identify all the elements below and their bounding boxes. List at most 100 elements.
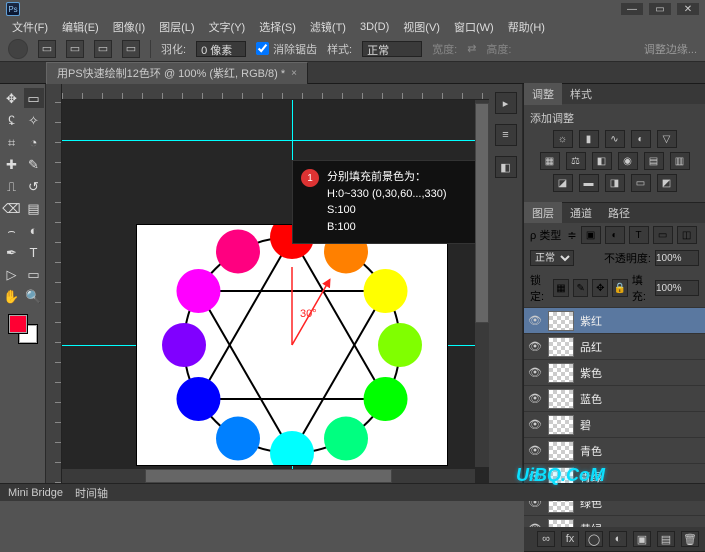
layer-row[interactable]: 👁紫红 (524, 307, 705, 333)
path-tool[interactable]: ▷ (2, 264, 22, 284)
brightness-icon[interactable]: ☼ (553, 130, 573, 148)
filter-shape-icon[interactable]: ▭ (653, 226, 673, 244)
menu-item[interactable]: 3D(D) (354, 19, 395, 35)
layer-fx-icon[interactable]: fx (561, 531, 579, 547)
layer-row[interactable]: 👁紫色 (524, 359, 705, 385)
opacity-input[interactable] (655, 250, 699, 266)
type-tool[interactable]: T (24, 242, 44, 262)
history-brush-tool[interactable]: ↺ (24, 176, 44, 196)
tool-preset-icon[interactable] (8, 39, 28, 59)
visibility-icon[interactable]: 👁 (528, 444, 542, 457)
scrollbar-vertical[interactable] (475, 100, 489, 467)
filter-smart-icon[interactable]: ◫ (677, 226, 697, 244)
hand-tool[interactable]: ✋ (2, 286, 22, 306)
visibility-icon[interactable]: 👁 (528, 314, 542, 327)
colorbalance-icon[interactable]: ⚖ (566, 152, 586, 170)
lock-pos-icon[interactable]: ✥ (592, 279, 608, 297)
vibrance-icon[interactable]: ▽ (657, 130, 677, 148)
dock-icon-history[interactable]: ≡ (495, 124, 517, 146)
layer-thumb[interactable] (548, 363, 574, 383)
refine-edge-button[interactable]: 调整边缘... (644, 41, 697, 57)
antialias-checkbox[interactable]: 消除锯齿 (256, 41, 317, 57)
tab-minibridge[interactable]: Mini Bridge (8, 487, 63, 499)
menu-item[interactable]: 滤镜(T) (304, 17, 352, 37)
tab-adjustments[interactable]: 调整 (524, 83, 562, 105)
layer-thumb[interactable] (548, 519, 574, 528)
new-group-icon[interactable]: ▣ (633, 531, 651, 547)
fill-input[interactable] (655, 280, 699, 296)
kind-filter-label[interactable]: ρ 类型 (530, 227, 561, 243)
eyedrop-tool[interactable]: ◔ (24, 132, 44, 152)
layer-row[interactable]: 👁蓝色 (524, 385, 705, 411)
tab-channels[interactable]: 通道 (562, 202, 600, 224)
delete-layer-icon[interactable]: 🗑 (681, 531, 699, 547)
gradientmap-icon[interactable]: ▭ (631, 174, 651, 192)
dock-icon-play[interactable]: ▸ (495, 92, 517, 114)
visibility-icon[interactable]: 👁 (528, 366, 542, 379)
threshold-icon[interactable]: ◨ (605, 174, 625, 192)
close-button[interactable]: ✕ (677, 3, 699, 15)
stamp-tool[interactable]: ⎍ (2, 176, 22, 196)
visibility-icon[interactable]: 👁 (528, 340, 542, 353)
gradient-tool[interactable]: ▤ (24, 198, 44, 218)
bw-icon[interactable]: ◧ (592, 152, 612, 170)
document-tab[interactable]: 用PS快速绘制12色环 @ 100% (紫红, RGB/8) * × (46, 62, 308, 84)
lock-all-icon[interactable]: 🔒 (612, 279, 628, 297)
filter-adjust-icon[interactable]: ◐ (605, 226, 625, 244)
guide-horizontal-1[interactable] (62, 140, 489, 141)
dock-icon-properties[interactable]: ◧ (495, 156, 517, 178)
marquee-tool[interactable]: ▭ (24, 88, 44, 108)
ruler-horizontal[interactable] (62, 84, 489, 100)
levels-icon[interactable]: ▮ (579, 130, 599, 148)
eraser-tool[interactable]: ⌫ (2, 198, 22, 218)
layer-row[interactable]: 👁黄绿 (524, 515, 705, 527)
maximize-button[interactable]: ▭ (649, 3, 671, 15)
visibility-icon[interactable]: 👁 (528, 392, 542, 405)
new-fill-icon[interactable]: ◐ (609, 531, 627, 547)
canvas-viewport[interactable]: 30° 1 分别填充前景色为： H:0~330 (0,30,60...,330)… (62, 100, 489, 483)
lookup-icon[interactable]: ▥ (670, 152, 690, 170)
lock-pixels-icon[interactable]: ✎ (573, 279, 589, 297)
marquee-mode-sub[interactable]: ▭ (94, 40, 112, 58)
curves-icon[interactable]: ∿ (605, 130, 625, 148)
brush-tool[interactable]: ✎ (24, 154, 44, 174)
link-layers-icon[interactable]: ∞ (537, 531, 555, 547)
layer-thumb[interactable] (548, 337, 574, 357)
minimize-button[interactable]: — (621, 3, 643, 15)
marquee-mode-new[interactable]: ▭ (38, 40, 56, 58)
layer-thumb[interactable] (548, 415, 574, 435)
zoom-tool[interactable]: 🔍 (24, 286, 44, 306)
layer-thumb[interactable] (548, 441, 574, 461)
style-select[interactable]: 正常 (362, 41, 422, 57)
menu-item[interactable]: 文件(F) (6, 17, 54, 37)
shape-tool[interactable]: ▭ (24, 264, 44, 284)
ruler-vertical[interactable] (46, 84, 62, 483)
lasso-tool[interactable]: ʢ (2, 110, 22, 130)
marquee-mode-add[interactable]: ▭ (66, 40, 84, 58)
new-layer-icon[interactable]: ▤ (657, 531, 675, 547)
layer-row[interactable]: 👁青色 (524, 437, 705, 463)
menu-item[interactable]: 图像(I) (107, 17, 151, 37)
menu-item[interactable]: 窗口(W) (448, 17, 500, 37)
heal-tool[interactable]: ✚ (2, 154, 22, 174)
channelmixer-icon[interactable]: ▤ (644, 152, 664, 170)
menu-item[interactable]: 图层(L) (153, 17, 200, 37)
filter-type-icon[interactable]: T (629, 226, 649, 244)
selectivecolor-icon[interactable]: ◩ (657, 174, 677, 192)
layer-mask-icon[interactable]: ◯ (585, 531, 603, 547)
filter-pixel-icon[interactable]: ▣ (581, 226, 601, 244)
tab-timeline[interactable]: 时间轴 (75, 485, 108, 501)
invert-icon[interactable]: ◪ (553, 174, 573, 192)
pen-tool[interactable]: ✒ (2, 242, 22, 262)
hue-icon[interactable]: ▦ (540, 152, 560, 170)
marquee-mode-int[interactable]: ▭ (122, 40, 140, 58)
color-swatch[interactable] (8, 314, 38, 344)
scrollbar-horizontal[interactable] (62, 469, 475, 483)
blur-tool[interactable]: ⌢ (2, 220, 22, 240)
blend-mode-select[interactable]: 正常 (530, 250, 574, 266)
menu-item[interactable]: 编辑(E) (56, 17, 105, 37)
close-icon[interactable]: × (291, 68, 297, 79)
tab-layers[interactable]: 图层 (524, 202, 562, 224)
exposure-icon[interactable]: ◐ (631, 130, 651, 148)
move-tool[interactable]: ✥ (2, 88, 22, 108)
